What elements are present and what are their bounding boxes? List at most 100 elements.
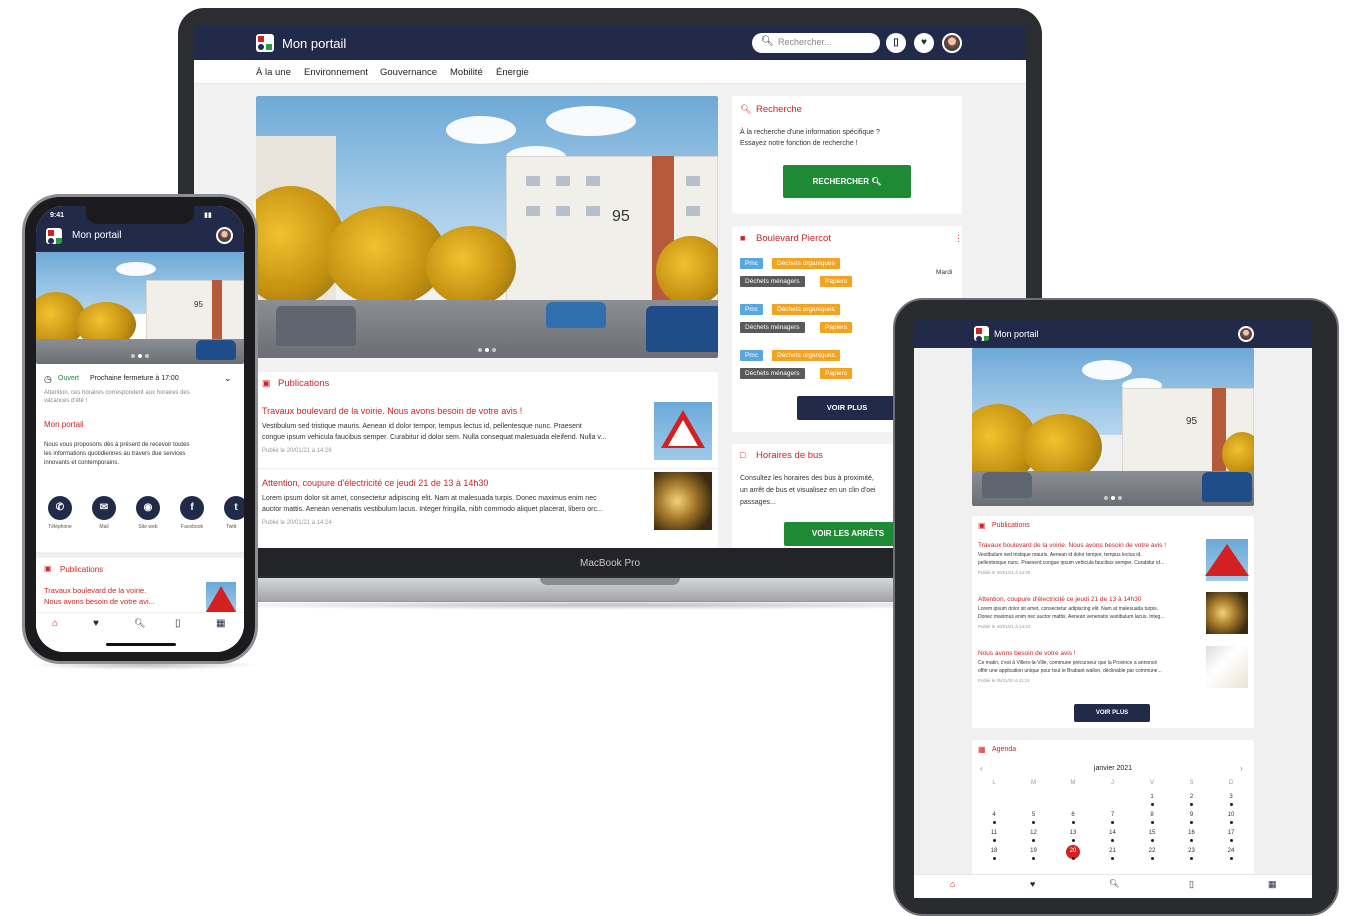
publication-title: Attention, coupure d'électricité ce jeud… bbox=[262, 478, 489, 488]
status-open: Ouvert bbox=[58, 375, 80, 382]
map-icon[interactable]: ▯ bbox=[1189, 879, 1194, 890]
calendar-day[interactable]: 13 bbox=[1067, 830, 1079, 836]
calendar-day[interactable]: 5 bbox=[1028, 812, 1040, 818]
home-icon[interactable]: ⌂ bbox=[950, 879, 955, 889]
calendar-day[interactable]: 2 bbox=[1186, 794, 1198, 800]
news-icon: ▣ bbox=[978, 521, 986, 530]
weekday-label: V bbox=[1149, 780, 1154, 786]
app-logo[interactable] bbox=[256, 34, 274, 52]
calendar-day[interactable]: 1 bbox=[1146, 794, 1158, 800]
phone-icon[interactable]: ✆ bbox=[48, 496, 72, 520]
heart-icon[interactable]: ♥ bbox=[1030, 879, 1035, 889]
app-title[interactable]: Mon portail bbox=[72, 230, 121, 241]
about-text-1: Nous vous proposons dès à présent de rec… bbox=[44, 442, 190, 448]
hero-carousel[interactable]: 95 bbox=[972, 348, 1254, 506]
hero-carousel[interactable]: 95 bbox=[256, 96, 718, 358]
carousel-dots[interactable] bbox=[131, 354, 149, 358]
publication-item[interactable]: Attention, coupure d'électricité ce jeud… bbox=[972, 590, 1254, 642]
app-logo[interactable] bbox=[974, 326, 989, 341]
weekday-label: D bbox=[1228, 780, 1234, 786]
hero-carousel[interactable]: 95 bbox=[36, 252, 244, 364]
about-section: Mon portail Nous vous proposons dès à pr… bbox=[36, 416, 244, 486]
publication-item[interactable]: Travaux boulevard de la voirie. Nous avo… bbox=[972, 536, 1254, 586]
map-icon[interactable]: ▯ bbox=[886, 33, 906, 53]
calendar-day[interactable]: 23 bbox=[1186, 848, 1198, 854]
building-number: 95 bbox=[1186, 416, 1198, 427]
signal-icon: ▮▮ bbox=[204, 212, 212, 219]
calendar-day[interactable]: 6 bbox=[1067, 812, 1079, 818]
heart-icon[interactable]: ♥ bbox=[914, 33, 934, 53]
nav-gouvernance[interactable]: Gouvernance bbox=[380, 67, 437, 78]
nav-a-la-une[interactable]: À la une bbox=[256, 67, 291, 78]
app-logo[interactable] bbox=[46, 228, 62, 244]
grid-icon[interactable]: ▦ bbox=[1268, 879, 1277, 890]
search-icon[interactable]: 🔍︎ bbox=[134, 618, 145, 629]
event-dot bbox=[1229, 839, 1233, 842]
calendar-day[interactable]: 15 bbox=[1146, 830, 1158, 836]
nav-energie[interactable]: Énergie bbox=[496, 67, 529, 78]
search-button[interactable]: RECHERCHER 🔍︎ bbox=[783, 165, 911, 198]
home-icon[interactable]: ⌂ bbox=[52, 618, 58, 629]
chevron-right-icon[interactable]: › bbox=[1240, 764, 1243, 773]
calendar-day[interactable]: 21 bbox=[1107, 848, 1119, 854]
trash-icon: ■ bbox=[740, 233, 746, 243]
mail-icon[interactable]: ✉ bbox=[92, 496, 116, 520]
tablet-header: Mon portail bbox=[914, 320, 1312, 348]
avatar[interactable] bbox=[942, 33, 962, 53]
avatar[interactable] bbox=[216, 227, 233, 244]
app-title[interactable]: Mon portail bbox=[282, 36, 346, 51]
grid-icon[interactable]: ▦ bbox=[216, 618, 225, 629]
calendar-day[interactable]: 8 bbox=[1146, 812, 1158, 818]
laptop-notch bbox=[540, 578, 680, 585]
calendar-day[interactable]: 20 bbox=[1067, 848, 1079, 854]
opening-hours[interactable]: ◷ Ouvert Prochaine fermeture à 17:00 ⌄ A… bbox=[36, 368, 244, 414]
more-icon[interactable]: ⋮ bbox=[954, 233, 963, 244]
document-thumbnail bbox=[1206, 646, 1248, 688]
nav-mobilite[interactable]: Mobilité bbox=[450, 67, 483, 78]
carousel-dots[interactable] bbox=[478, 348, 496, 352]
calendar-day[interactable]: 18 bbox=[988, 848, 1000, 854]
event-dot bbox=[1032, 857, 1035, 860]
publications-more-button[interactable]: VOIR PLUS bbox=[1074, 704, 1150, 722]
search-icon[interactable]: 🔍︎ bbox=[1109, 879, 1119, 888]
twitter-icon[interactable]: t bbox=[224, 496, 244, 520]
app-title[interactable]: Mon portail bbox=[994, 329, 1039, 339]
tag-paper: Papiers bbox=[820, 368, 853, 379]
waste-more-button[interactable]: VOIR PLUS bbox=[797, 396, 897, 420]
avatar[interactable] bbox=[1238, 326, 1254, 342]
search-card: 🔍︎ Recherche À la recherche d'une inform… bbox=[732, 96, 962, 214]
publication-item[interactable]: Travaux boulevard de la voirie. Nous avo… bbox=[256, 398, 718, 468]
tag-household: Déchets ménagers bbox=[740, 276, 805, 287]
map-icon[interactable]: ▯ bbox=[175, 618, 181, 629]
heart-icon[interactable]: ♥ bbox=[93, 618, 99, 629]
calendar-day[interactable]: 11 bbox=[988, 830, 1000, 836]
search-input[interactable]: 🔍︎ Rechercher... bbox=[752, 33, 880, 53]
globe-icon[interactable]: ◉ bbox=[136, 496, 160, 520]
tag-organic: Déchets organiques bbox=[772, 258, 840, 269]
calendar-day[interactable]: 22 bbox=[1146, 848, 1158, 854]
publication-item[interactable]: Nous avons besoin de votre avis ! Ce mat… bbox=[972, 644, 1254, 696]
phone-publications[interactable]: ▣ Publications Travaux boulevard de la v… bbox=[36, 558, 244, 624]
publication-text-1: Lorem ipsum dolor sit amet, consectetur … bbox=[978, 606, 1159, 612]
carousel-dots[interactable] bbox=[1104, 496, 1122, 500]
calendar-day[interactable]: 14 bbox=[1107, 830, 1119, 836]
calendar-day[interactable]: 7 bbox=[1107, 812, 1119, 818]
calendar-day[interactable]: 17 bbox=[1225, 830, 1237, 836]
facebook-icon[interactable]: f bbox=[180, 496, 204, 520]
calendar-day[interactable]: 16 bbox=[1186, 830, 1198, 836]
publication-item[interactable]: Attention, coupure d'électricité ce jeud… bbox=[256, 472, 718, 542]
calendar-day[interactable]: 24 bbox=[1225, 848, 1237, 854]
publication-date: Publié le 20/01/21 à 14:26 bbox=[978, 570, 1031, 575]
calendar-day[interactable]: 4 bbox=[988, 812, 1000, 818]
calendar-day[interactable]: 9 bbox=[1186, 812, 1198, 818]
chevron-down-icon[interactable]: ⌄ bbox=[224, 373, 232, 384]
event-dot bbox=[1150, 821, 1154, 824]
nav-environnement[interactable]: Environnement bbox=[304, 67, 368, 78]
calendar-day[interactable]: 3 bbox=[1225, 794, 1237, 800]
calendar-day[interactable]: 19 bbox=[1028, 848, 1040, 854]
weekday-label: M bbox=[1031, 780, 1036, 786]
status-next: Prochaine fermeture à 17:00 bbox=[90, 375, 179, 382]
status-note-1: Attention, ces horaires correspondent au… bbox=[44, 390, 190, 396]
calendar-day[interactable]: 10 bbox=[1225, 812, 1237, 818]
calendar-day[interactable]: 12 bbox=[1028, 830, 1040, 836]
